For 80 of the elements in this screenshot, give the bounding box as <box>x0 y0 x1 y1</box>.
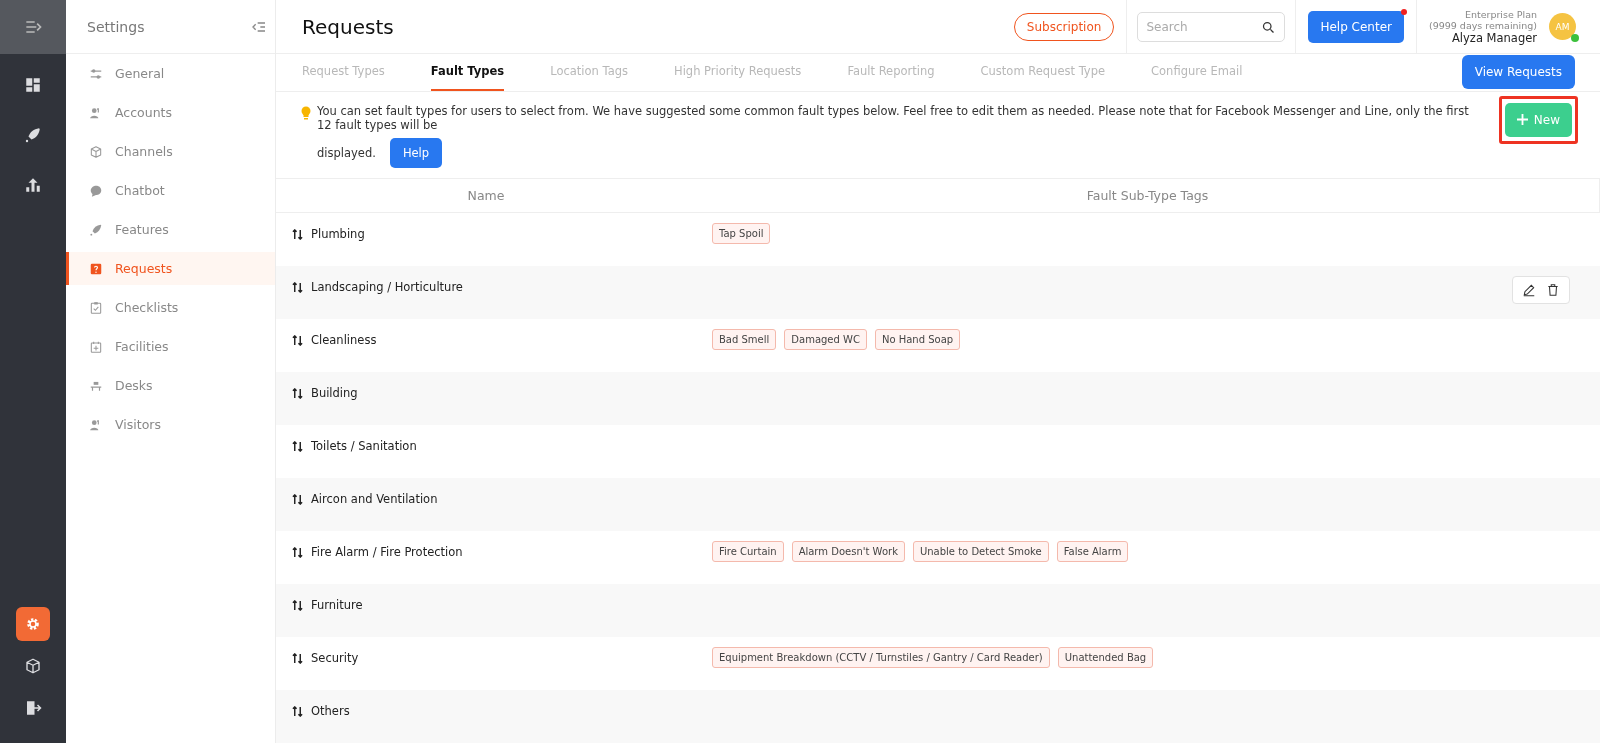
fault-type-name: Toilets / Sanitation <box>311 439 417 453</box>
rocket-icon <box>89 222 103 237</box>
tab[interactable]: Custom Request Type <box>980 54 1106 91</box>
checklist-icon <box>89 300 103 315</box>
drag-sort-icon[interactable] <box>292 387 303 399</box>
fault-type-name: Fire Alarm / Fire Protection <box>311 545 463 559</box>
help-center-button[interactable]: Help Center <box>1308 10 1404 43</box>
tab[interactable]: Request Types <box>302 54 385 91</box>
fault-type-name: Landscaping / Horticulture <box>311 280 463 294</box>
drag-sort-icon[interactable] <box>292 599 303 611</box>
search-field[interactable]: Search <box>1137 11 1286 42</box>
rocket-icon <box>24 126 42 144</box>
sliders-icon <box>89 66 103 81</box>
chat-bubble-icon <box>89 183 103 198</box>
trash-icon <box>1546 283 1560 297</box>
rail-button[interactable] <box>16 607 50 641</box>
tab[interactable]: High Priority Requests <box>674 54 802 91</box>
fault-type-name: Furniture <box>311 598 363 612</box>
sidebar-item[interactable]: Requests <box>66 252 275 285</box>
sub-type-tag: Tap Spoil <box>712 223 771 244</box>
sidebar-item[interactable]: Accounts <box>66 96 275 129</box>
sub-type-tag: No Hand Soap <box>874 329 961 350</box>
drag-sort-icon[interactable] <box>292 493 303 505</box>
sidebar-title: Settings <box>87 18 145 35</box>
cube-icon <box>24 657 42 675</box>
fault-type-name: Aircon and Ventilation <box>311 492 438 506</box>
sub-type-tag: Unattended Bag <box>1057 647 1154 668</box>
sub-type-tag: Damaged WC <box>784 329 867 350</box>
subscription-button[interactable]: Subscription <box>1013 12 1115 41</box>
drag-sort-icon[interactable] <box>292 440 303 452</box>
sidebar-item[interactable]: Checklists <box>66 291 275 324</box>
calendar-icon <box>89 339 103 354</box>
column-header: Fault Sub-Type Tags <box>1085 187 1210 203</box>
logout-icon <box>24 699 42 717</box>
notice-text: displayed. <box>317 145 376 160</box>
plan-label: Enterprise Plan <box>1463 8 1537 20</box>
sidebar-item[interactable]: Features <box>66 213 275 246</box>
lightbulb-icon <box>300 105 312 120</box>
cube-icon <box>89 144 103 159</box>
new-button[interactable]: New <box>1504 102 1572 137</box>
sidebar-item[interactable]: General <box>66 57 275 90</box>
sidebar-item[interactable]: Chatbot <box>66 174 275 207</box>
settings-icon <box>24 615 42 633</box>
sub-type-tag: Unable to Detect Smoke <box>912 541 1049 562</box>
user-name: Alyza Manager <box>1451 30 1537 45</box>
page-title: Requests <box>302 14 394 39</box>
sidebar-item[interactable]: Facilities <box>66 330 275 363</box>
tab[interactable]: Configure Email <box>1151 54 1243 91</box>
fault-type-name: Plumbing <box>311 227 365 241</box>
sub-type-tag: Alarm Doesn't Work <box>791 541 905 562</box>
drag-sort-icon[interactable] <box>292 334 303 346</box>
sub-type-tag: Equipment Breakdown (CCTV / Turnstiles / Gantry / Card Reader) <box>712 647 1050 668</box>
help-button[interactable]: Help <box>389 137 443 168</box>
plus-icon <box>1516 114 1528 125</box>
pencil-icon <box>1522 283 1536 297</box>
sub-type-tag: Bad Smell <box>712 329 777 350</box>
question-icon <box>89 261 103 276</box>
sidebar-item[interactable]: Visitors <box>66 408 275 441</box>
drag-sort-icon[interactable] <box>292 281 303 293</box>
upload-chart-icon <box>24 176 42 194</box>
days-remaining: (9999 days remaining) <box>1428 19 1537 31</box>
view-requests-button[interactable]: View Requests <box>1461 55 1575 90</box>
sidebar-item[interactable]: Desks <box>66 369 275 402</box>
drag-sort-icon[interactable] <box>292 705 303 717</box>
drag-sort-icon[interactable] <box>292 652 303 664</box>
fault-type-name: Security <box>311 651 359 665</box>
sub-type-tag: False Alarm <box>1056 541 1129 562</box>
drag-sort-icon[interactable] <box>292 228 303 240</box>
sidebar-item[interactable]: Channels <box>66 135 275 168</box>
column-header: Name <box>466 187 506 203</box>
tab[interactable]: Fault Reporting <box>847 54 935 91</box>
notice-text: You can set fault types for users to select from. We have suggested some common fault types below. Feel free to edit them as needed. Please note that for Facebook Messenger and Line, only the first 12 fault types will be <box>317 103 1470 132</box>
sub-type-tag: Fire Curtain <box>712 541 784 562</box>
fault-type-name: Building <box>311 386 358 400</box>
tab[interactable]: Location Tags <box>550 54 628 91</box>
fault-type-name: Cleanliness <box>311 333 377 347</box>
tab[interactable]: Fault Types <box>430 54 505 91</box>
drag-sort-icon[interactable] <box>292 546 303 558</box>
fault-type-name: Others <box>311 704 350 718</box>
dashboard-icon <box>24 76 42 94</box>
